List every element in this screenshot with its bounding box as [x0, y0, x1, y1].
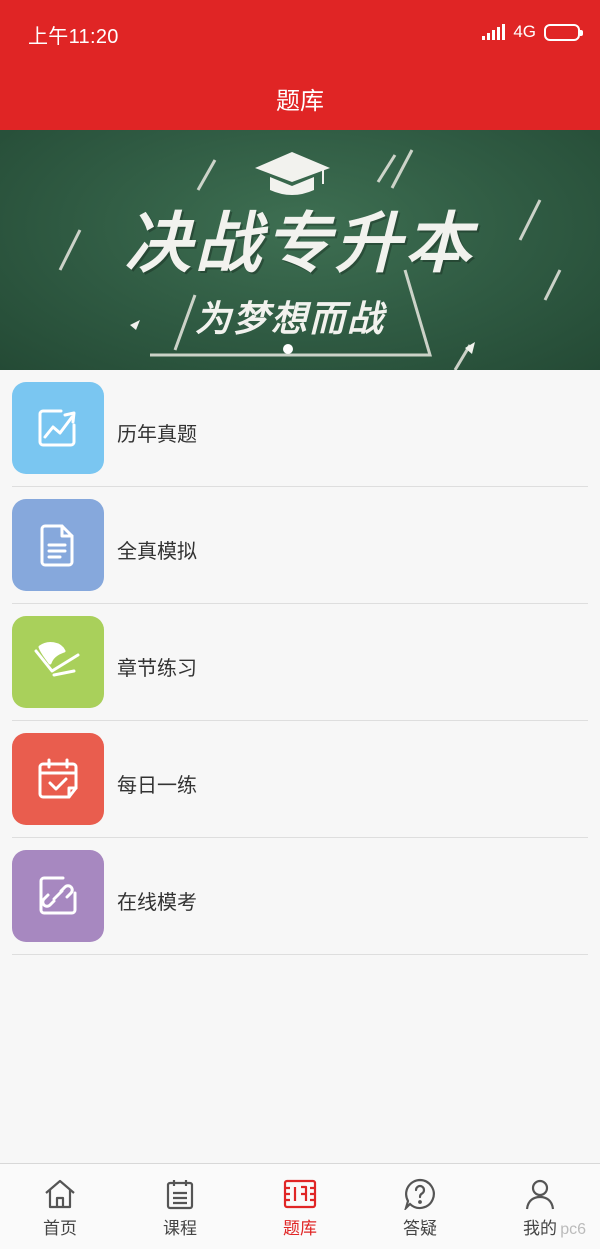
divider	[12, 954, 588, 955]
carousel-indicator[interactable]	[283, 344, 293, 354]
tab-label: 首页	[43, 1219, 77, 1239]
menu-item-daily-practice[interactable]: 每日一练	[0, 721, 600, 838]
trend-chart-icon	[12, 382, 104, 474]
course-list-icon	[166, 1180, 194, 1210]
tab-label: 题库	[283, 1219, 317, 1239]
help-icon	[404, 1178, 435, 1210]
tab-home[interactable]: 首页	[0, 1164, 120, 1249]
signal-icon	[482, 24, 506, 40]
menu-label: 在线模考	[117, 890, 197, 914]
practice-menu: 历年真题 全真模拟 章节练习 每日一练 在线模考	[0, 370, 600, 955]
menu-label: 每日一练	[117, 773, 197, 797]
menu-item-online-mock-exam[interactable]: 在线模考	[0, 838, 600, 955]
edit-link-icon	[12, 850, 104, 942]
banner-carousel[interactable]: 决战专升本 为梦想而战	[0, 130, 600, 370]
status-time: 上午11:20	[28, 26, 119, 48]
menu-label: 历年真题	[117, 422, 197, 446]
menu-item-chapter-practice[interactable]: 章节练习	[0, 604, 600, 721]
menu-label: 章节练习	[117, 656, 197, 680]
tab-question-bank[interactable]: 题库	[240, 1164, 360, 1249]
profile-icon	[525, 1179, 555, 1210]
menu-item-full-simulation[interactable]: 全真模拟	[0, 487, 600, 604]
tab-label: 我的	[523, 1219, 557, 1239]
bottom-tab-bar: 首页 课程 题库 答疑 我的 pc6	[0, 1163, 600, 1249]
calendar-check-icon	[12, 733, 104, 825]
question-bank-icon	[283, 1179, 317, 1209]
menu-item-past-exams[interactable]: 历年真题	[0, 370, 600, 487]
tab-label: 答疑	[403, 1219, 437, 1239]
status-bar: 上午11:20 4G	[0, 0, 600, 66]
banner-slogan: 为梦想而战	[194, 299, 385, 340]
watermark: pc6	[560, 1221, 586, 1238]
pen-feather-icon	[12, 616, 104, 708]
tab-label: 课程	[163, 1219, 197, 1239]
banner-headline: 决战专升本	[125, 205, 475, 282]
tab-qa[interactable]: 答疑	[360, 1164, 480, 1249]
battery-icon	[544, 23, 583, 41]
page-title: 题库	[276, 86, 324, 115]
tab-courses[interactable]: 课程	[120, 1164, 240, 1249]
document-icon	[12, 499, 104, 591]
menu-label: 全真模拟	[117, 539, 197, 563]
home-icon	[45, 1179, 75, 1209]
network-type: 4G	[513, 22, 536, 41]
title-bar: 题库	[0, 66, 600, 130]
